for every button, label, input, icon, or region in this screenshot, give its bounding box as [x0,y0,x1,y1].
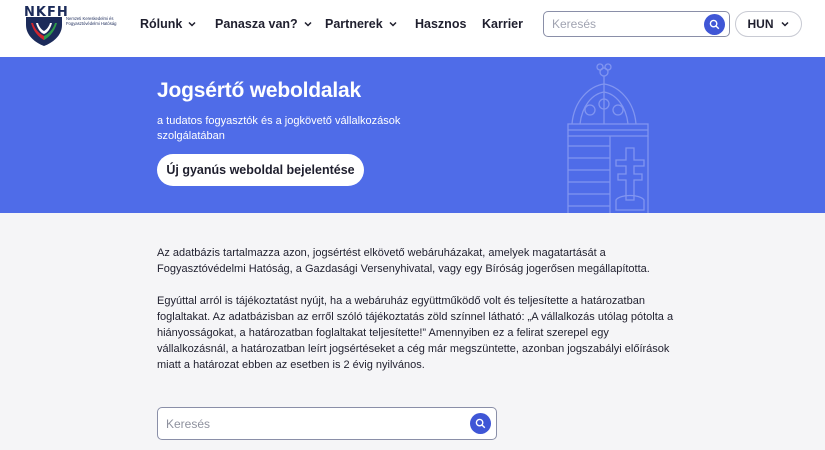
logo-subtitle: Nemzeti Kereskedelmi és Fogyasztóvédelmi… [66,16,117,26]
nav-item-label: Rólunk [140,17,183,31]
search-icon [709,19,720,30]
intro-paragraph: Az adatbázis tartalmazza azon, jogsértés… [157,247,650,275]
nav-item-label: Partnerek [325,17,383,31]
search-icon [475,418,486,429]
site-header: NKFH Nemzeti Kereskedelmi és Fogyasztóvé… [0,0,825,57]
chevron-down-icon [188,21,196,27]
nav-item-label: Karrier [482,17,523,31]
nav-item-label: Panasza van? [215,17,298,31]
header-search-button[interactable] [704,14,725,35]
holy-crown-illustration-icon [567,63,649,213]
nav-item-rolunk[interactable]: Rólunk [140,16,197,32]
nav-item-label: Hasznos [415,17,467,31]
intro-text: Az adatbázis tartalmazza azon, jogsértés… [157,245,677,389]
chevron-down-icon [304,21,312,27]
report-website-button[interactable]: Új gyanús weboldal bejelentése [157,154,364,186]
nkfh-logo[interactable]: NKFH Nemzeti Kereskedelmi és Fogyasztóvé… [22,3,122,47]
logo-abbreviation: NKFH [24,5,69,20]
nav-item-panasza-van[interactable]: Panasza van? [215,16,313,32]
hero-lead: a tudatos fogyasztók és a jogkövető váll… [157,115,401,142]
intro-paragraph: Egyúttal arról is tájékoztatást nyújt, h… [157,295,674,371]
header-search-input[interactable] [552,15,702,33]
language-selector[interactable]: HUN [735,11,802,37]
database-search-box [157,407,497,440]
page-title: Jogsértő weboldalak [157,79,361,102]
database-search-input[interactable] [166,415,456,433]
language-label: HUN [747,17,774,31]
nav-item-hasznos[interactable]: Hasznos [415,16,466,32]
hero-banner: Jogsértő weboldalak a tudatos fogyasztók… [0,57,825,213]
chevron-down-icon [389,21,397,27]
nav-item-karrier[interactable]: Karrier [482,16,523,32]
header-search-box [543,11,730,37]
nav-item-partnerek[interactable]: Partnerek [325,16,398,32]
database-search-button[interactable] [470,413,491,434]
chevron-down-icon [780,21,789,27]
